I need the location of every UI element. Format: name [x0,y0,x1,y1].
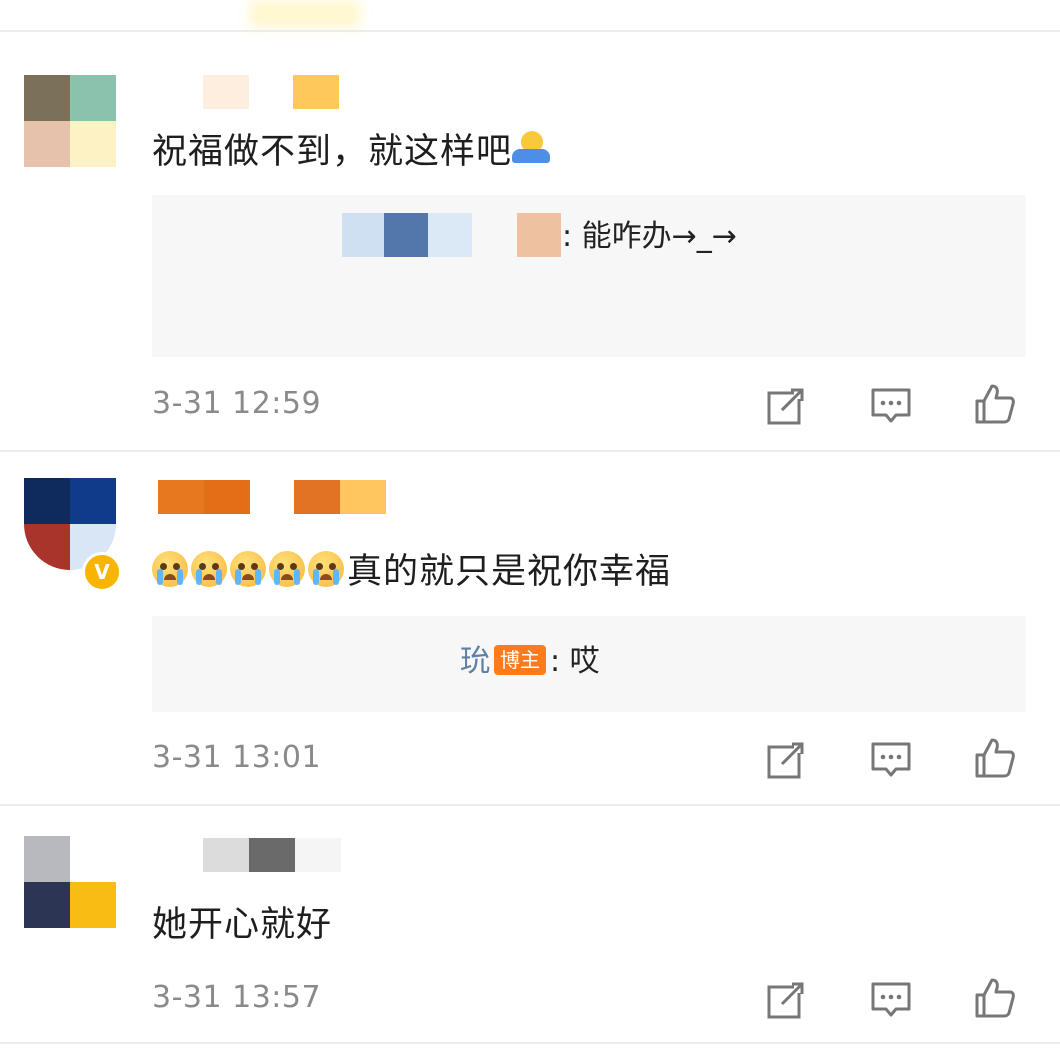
crying-emoji-icon [152,551,347,592]
like-button[interactable] [973,382,1017,426]
thumbs-up-icon [975,384,1015,424]
reply-button[interactable] [869,384,913,428]
reply-button[interactable] [869,978,913,1022]
share-icon [767,387,806,425]
avatar[interactable] [24,836,116,928]
username-blurred[interactable] [203,838,343,872]
comment-text: 祝福做不到，就这样吧 [152,130,551,174]
comment-text: 真的就只是祝你幸福 [152,550,671,594]
comment-icon [871,388,911,423]
divider [0,804,1060,806]
avatar[interactable] [24,75,116,167]
reply-box[interactable]: 玧博主: 哎 [152,616,1026,712]
timestamp: 3-31 13:01 [152,740,322,775]
divider [0,30,1060,32]
reply-author-name[interactable]: 玧 [460,644,490,679]
reply-button[interactable] [869,738,913,782]
share-icon [767,741,806,779]
shrug-emoji-icon [512,131,551,165]
thumbs-up-icon [975,978,1015,1018]
reply-text: : 哎 [550,644,600,679]
username-blurred[interactable] [158,480,388,514]
comment-text: 她开心就好 [152,905,333,945]
reply-text: : 能咋办→_→ [562,219,737,254]
timestamp: 3-31 13:57 [152,980,322,1015]
reply-line: 玧博主: 哎 [460,642,600,682]
blogger-tag: 博主 [494,645,546,675]
like-button[interactable] [973,736,1017,780]
share-icon [767,981,806,1019]
timestamp: 3-31 12:59 [152,386,322,421]
reply-box[interactable]: : 能咋办→_→ [152,195,1026,357]
divider [0,1042,1060,1044]
like-button[interactable] [973,976,1017,1020]
share-button[interactable] [764,384,808,428]
thumbs-up-icon [975,738,1015,778]
blurred-top-remnant [250,0,360,28]
comment-icon [871,742,911,777]
share-button[interactable] [764,738,808,782]
share-button[interactable] [764,978,808,1022]
username-blurred[interactable] [203,75,343,109]
comment-icon [871,982,911,1017]
divider [0,450,1060,452]
verified-badge-icon: V [82,552,122,592]
